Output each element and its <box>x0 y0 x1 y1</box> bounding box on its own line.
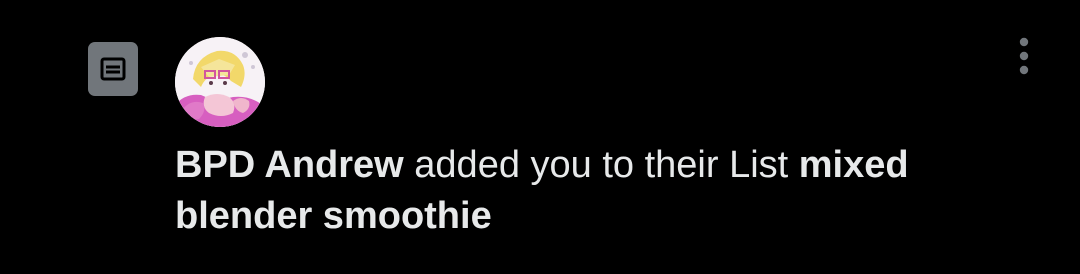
list-icon <box>88 42 138 96</box>
more-vertical-icon <box>1019 37 1029 75</box>
actor-name[interactable]: BPD Andrew <box>175 144 404 186</box>
list-added-notification[interactable]: BPD Andrew added you to their List mixed… <box>0 0 1080 274</box>
user-avatar[interactable] <box>175 37 265 127</box>
notification-message: BPD Andrew added you to their List mixed… <box>175 140 1035 242</box>
action-text: added you to their List <box>403 144 799 186</box>
more-options-button[interactable] <box>1006 36 1042 76</box>
